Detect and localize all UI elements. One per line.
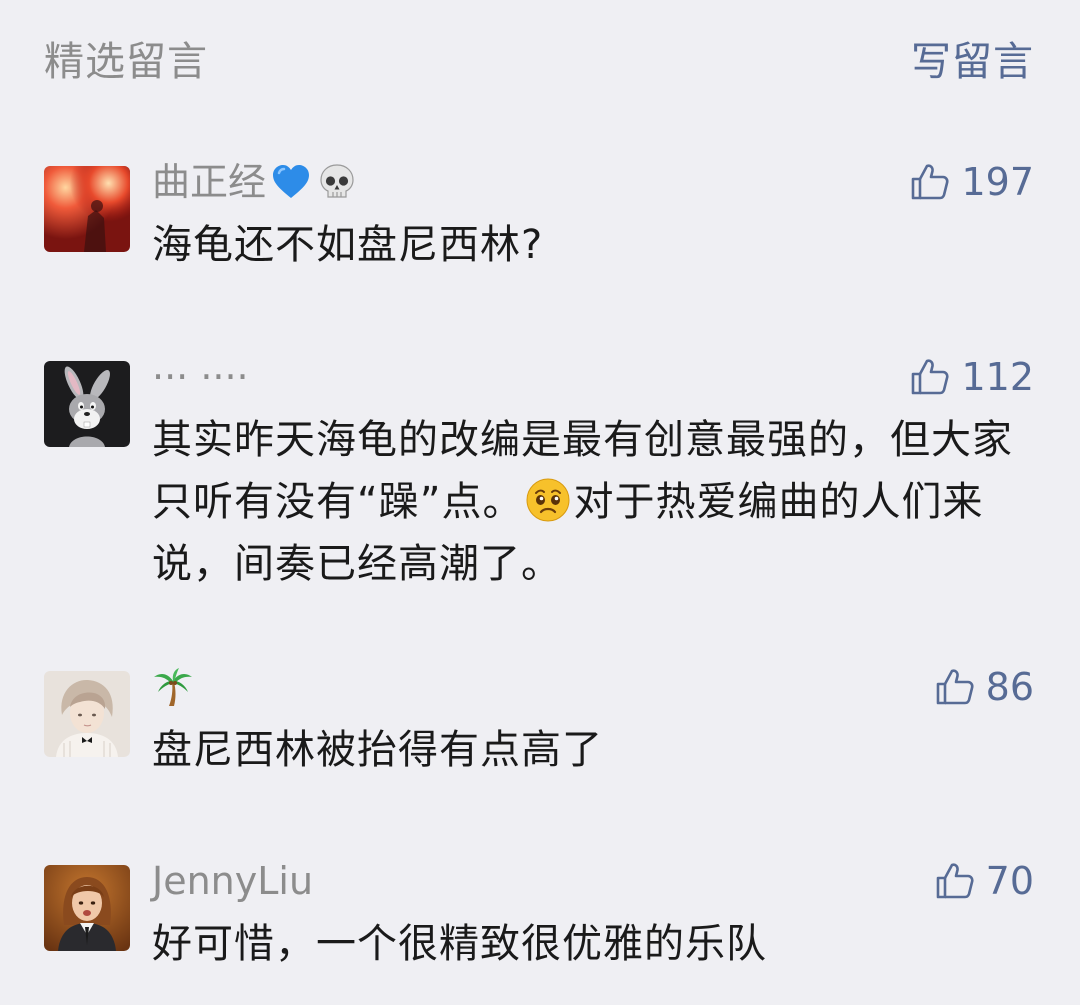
like-button[interactable]: 86 xyxy=(934,663,1034,711)
like-count: 70 xyxy=(985,859,1034,903)
comment-nickname: ··· ···· xyxy=(152,353,249,401)
skull-icon xyxy=(316,161,358,203)
thumbs-up-icon xyxy=(909,356,951,398)
avatar[interactable] xyxy=(44,166,130,252)
like-count: 112 xyxy=(961,355,1034,399)
palm-tree-icon xyxy=(152,666,194,708)
like-button[interactable]: 70 xyxy=(934,857,1034,905)
avatar[interactable] xyxy=(44,671,130,757)
pleading-face-icon xyxy=(525,477,571,523)
like-button[interactable]: 112 xyxy=(909,353,1034,401)
write-comment-button[interactable]: 写留言 xyxy=(911,38,1034,86)
avatar[interactable] xyxy=(44,865,130,951)
comment-content: 好可惜，一个很精致很优雅的乐队 xyxy=(152,921,767,967)
comment-nickname: JennyLiu xyxy=(152,857,313,905)
avatar[interactable] xyxy=(44,361,130,447)
comment-content: 海龟还不如盘尼西林? xyxy=(152,222,544,268)
nickname-text: ··· ···· xyxy=(152,355,249,399)
blue-heart-icon xyxy=(270,161,312,203)
nickname-text: JennyLiu xyxy=(152,859,314,903)
like-count: 86 xyxy=(985,665,1034,709)
thumbs-up-icon xyxy=(934,666,976,708)
like-count: 197 xyxy=(961,160,1034,204)
comment-content: 盘尼西林被抬得有点高了 xyxy=(152,727,603,773)
thumbs-up-icon xyxy=(909,161,951,203)
comment-nickname: 曲正经 xyxy=(152,158,358,206)
like-button[interactable]: 197 xyxy=(909,158,1034,206)
nickname-text: 曲正经 xyxy=(152,160,267,204)
thumbs-up-icon xyxy=(934,860,976,902)
comment-nickname xyxy=(152,663,194,711)
featured-comments-title: 精选留言 xyxy=(44,39,208,85)
comments-header: 精选留言 写留言 xyxy=(0,0,1080,130)
comment-content: 其实昨天海龟的改编是最有创意最强的，但大家只听有没有“躁”点。 对于热爱编曲的人… xyxy=(152,409,1036,595)
